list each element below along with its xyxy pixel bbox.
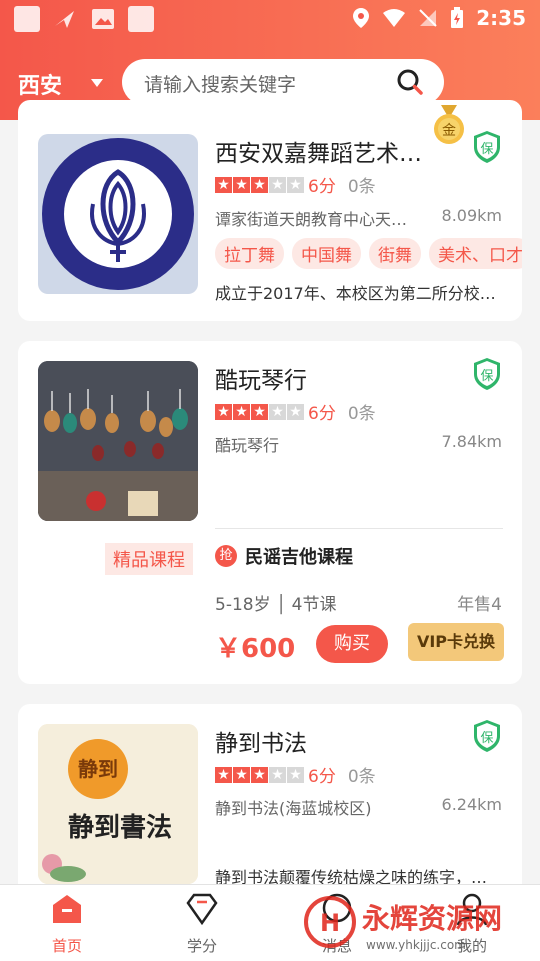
status-time: 2:35	[476, 6, 526, 30]
status-right: 2:35	[352, 6, 526, 30]
star-rating: ★ ★ ★ ★ ★	[215, 766, 304, 783]
star-empty-icon: ★	[269, 766, 286, 783]
premium-course-badge: 精品课程	[105, 543, 193, 575]
rating-row: ★ ★ ★ ★ ★ 6分 0条	[215, 172, 376, 197]
institution-title[interactable]: 酷玩琴行	[215, 361, 307, 395]
institution-title[interactable]: 西安双嘉舞蹈艺术…	[215, 134, 422, 168]
app-notification-icon	[128, 6, 154, 32]
institution-photo	[38, 361, 198, 521]
svg-text:H: H	[320, 909, 340, 937]
institution-address: 谭家街道天朗教育中心天…	[215, 210, 408, 229]
star-filled-icon: ★	[251, 403, 268, 420]
review-count: 0条	[347, 177, 376, 197]
star-filled-icon: ★	[251, 766, 268, 783]
nav-home-label: 首页	[51, 937, 82, 955]
institution-distance: 6.24km	[441, 795, 502, 814]
guarantee-shield-icon: 保	[474, 358, 500, 390]
flash-sale-badge: 抢	[215, 545, 237, 567]
institution-logo: 静到 静到書法	[38, 724, 198, 884]
buy-button[interactable]: 购买	[316, 625, 388, 663]
wifi-icon	[383, 9, 406, 27]
review-count: 0条	[347, 767, 376, 787]
status-bar: 2:35	[0, 0, 540, 38]
image-notification-icon	[92, 9, 114, 29]
guarantee-label: 保	[480, 369, 493, 384]
star-filled-icon: ★	[233, 403, 250, 420]
watermark-overlay: H 永辉资源网 www.yhkjjjc.com	[304, 896, 502, 952]
guitar-shop-photo	[38, 361, 198, 521]
star-empty-icon: ★	[287, 176, 304, 193]
dance-school-logo	[42, 138, 194, 290]
review-count: 0条	[347, 404, 376, 424]
search-bar[interactable]: 请输入搜索关键字	[122, 59, 444, 105]
nav-home[interactable]: 首页	[27, 891, 107, 956]
course-title-row[interactable]: 抢 民谣吉他课程	[215, 543, 353, 569]
rating-score: 6分	[308, 404, 336, 424]
vip-redeem-button[interactable]: VIP卡兑换	[408, 623, 504, 661]
star-empty-icon: ★	[287, 403, 304, 420]
rating-score: 6分	[308, 767, 336, 787]
star-filled-icon: ★	[233, 176, 250, 193]
star-empty-icon: ★	[269, 176, 286, 193]
star-rating: ★ ★ ★ ★ ★	[215, 176, 304, 193]
divider	[215, 528, 503, 529]
guarantee-shield-icon: 保	[474, 131, 500, 163]
battery-icon	[451, 7, 464, 28]
rating-score: 6分	[308, 177, 336, 197]
institution-distance: 8.09km	[441, 206, 502, 225]
tag: 街舞	[369, 238, 421, 269]
institution-address: 酷玩琴行	[215, 436, 280, 455]
institution-logo	[38, 134, 198, 294]
star-filled-icon: ★	[233, 766, 250, 783]
star-rating: ★ ★ ★ ★ ★	[215, 403, 304, 420]
logo-title-text: 静到書法	[68, 812, 172, 843]
star-empty-icon: ★	[287, 766, 304, 783]
institution-card[interactable]: 酷玩琴行 保 ★ ★ ★ ★ ★ 6分 0条 酷玩琴行 7.84km 精品课程 …	[18, 341, 522, 684]
tag: 中国舞	[292, 238, 361, 269]
rating-row: ★ ★ ★ ★ ★ 6分 0条	[215, 762, 376, 787]
guarantee-label: 保	[480, 142, 493, 157]
search-icon[interactable]	[396, 68, 424, 96]
calligraphy-school-logo: 静到 静到書法	[38, 724, 198, 884]
institution-title[interactable]: 静到书法	[215, 724, 307, 758]
star-filled-icon: ★	[215, 176, 232, 193]
city-selector-label[interactable]: 西安	[18, 68, 62, 100]
institution-address: 静到书法(海蓝城校区)	[215, 799, 372, 818]
tag: 美术、口才	[429, 238, 522, 269]
app-notification-icon	[14, 6, 40, 32]
nav-credits-label: 学分	[186, 937, 217, 955]
course-price: ￥600	[215, 634, 296, 664]
institution-distance: 7.84km	[441, 432, 502, 451]
send-notification-icon	[55, 11, 74, 28]
rating-row: ★ ★ ★ ★ ★ 6分 0条	[215, 399, 376, 424]
star-filled-icon: ★	[215, 766, 232, 783]
status-left-icons	[14, 6, 154, 32]
home-icon	[53, 895, 81, 923]
watermark-url: www.yhkjjjc.com	[366, 938, 466, 952]
star-empty-icon: ★	[269, 403, 286, 420]
logo-seal-text: 静到	[78, 757, 118, 781]
institution-card[interactable]: 静到 静到書法 静到书法 保 ★ ★ ★ ★ ★ 6分 0条 静到书法(海蓝城校…	[18, 704, 522, 904]
course-name[interactable]: 民谣吉他课程	[245, 543, 353, 569]
chevron-down-icon[interactable]	[91, 79, 103, 87]
location-icon	[353, 8, 370, 28]
gold-medal-icon: 金	[434, 105, 464, 144]
tag: 拉丁舞	[215, 238, 284, 269]
guarantee-shield-icon: 保	[474, 720, 500, 752]
medal-label: 金	[442, 123, 456, 139]
star-filled-icon: ★	[251, 176, 268, 193]
diamond-icon	[186, 893, 218, 926]
institution-card[interactable]: 西安双嘉舞蹈艺术… 金 保 ★ ★ ★ ★ ★ 6分 0条 谭家街道天朗教育中心…	[18, 100, 522, 321]
no-signal-icon	[419, 9, 437, 27]
watermark-text: 永辉资源网	[362, 902, 502, 935]
guarantee-label: 保	[480, 731, 493, 746]
star-filled-icon: ★	[215, 403, 232, 420]
tag-list: 拉丁舞 中国舞 街舞 美术、口才	[215, 238, 522, 269]
nav-credits[interactable]: 学分	[162, 891, 242, 956]
institution-description: 成立于2017年、本校区为第二所分校…	[215, 284, 496, 303]
search-input[interactable]: 请输入搜索关键字	[144, 70, 296, 97]
annual-sales: 年售4	[457, 595, 502, 615]
course-meta: 5-18岁 │ 4节课	[215, 595, 337, 615]
